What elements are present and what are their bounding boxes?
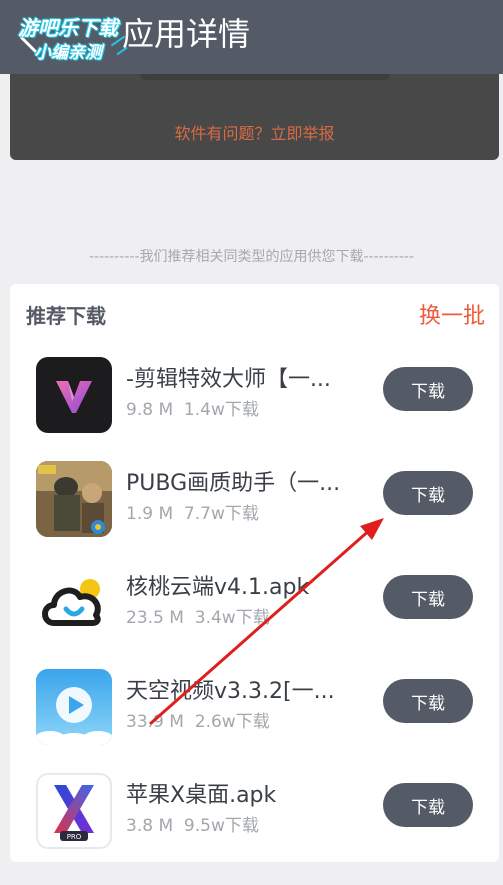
app-size: 1.9 M: [126, 504, 174, 524]
watermark-logo: 游吧乐下载 小编亲测: [14, 10, 144, 66]
app-name: -剪辑特效大师【一...: [126, 367, 331, 392]
watermark-line1: 游吧乐下载: [18, 16, 118, 40]
x-launcher-icon: PRO: [36, 773, 112, 849]
sky-video-icon: [36, 669, 112, 745]
app-meta: 3.8 M 9.5w下载: [126, 811, 259, 836]
list-item[interactable]: -剪辑特效大师【一... 9.8 M 1.4w下载 下载: [10, 347, 499, 451]
app-meta: 9.8 M 1.4w下载: [126, 395, 259, 420]
app-downloads: 3.4w下载: [194, 608, 270, 628]
app-downloads: 2.6w下载: [194, 712, 270, 732]
list-item[interactable]: 核桃云端v4.1.apk 23.5 M 3.4w下载 下载: [10, 555, 499, 659]
list-item[interactable]: PRO 苹果X桌面.apk 3.8 M 9.5w下载 下载: [10, 763, 499, 867]
watermark-line2: 小编亲测: [34, 43, 102, 63]
recommend-hint: ----------我们推荐相关同类型的应用供您下载----------: [88, 249, 415, 265]
list-item[interactable]: PUBG画质助手（一... 1.9 M 7.7w下载 下载: [10, 451, 499, 555]
app-meta: 1.9 M 7.7w下载: [126, 499, 259, 524]
download-button[interactable]: 下载: [383, 679, 473, 723]
app-size: 23.5 M: [126, 608, 184, 628]
watermark-sparkle: [116, 46, 128, 56]
app-meta: 33.9 M 2.6w下载: [126, 707, 270, 732]
app-name: 核桃云端v4.1.apk: [126, 575, 310, 600]
recommend-card: 推荐下载 换一批 -剪辑特效大师【一... 9.8 M 1.4w下载 下载 PU…: [10, 284, 499, 862]
list-item[interactable]: 天空视频v3.3.2[一... 33.9 M 2.6w下载 下载: [10, 659, 499, 763]
download-button[interactable]: 下载: [383, 471, 473, 515]
app-downloads: 9.5w下载: [183, 816, 259, 836]
video-editor-icon: [36, 357, 112, 433]
report-link[interactable]: 软件有问题？立即举报: [10, 120, 499, 144]
app-meta: 23.5 M 3.4w下载: [126, 603, 270, 628]
app-name: 天空视频v3.3.2[一...: [126, 679, 335, 704]
report-card: 软件有问题？立即举报: [10, 74, 499, 160]
report-pill: [140, 74, 390, 80]
app-downloads: 7.7w下载: [183, 504, 259, 524]
download-button[interactable]: 下载: [383, 367, 473, 411]
refresh-button[interactable]: 换一批: [419, 298, 485, 330]
svg-text:PRO: PRO: [67, 833, 82, 841]
app-size: 33.9 M: [126, 712, 184, 732]
app-name: PUBG画质助手（一...: [126, 471, 341, 496]
app-size: 3.8 M: [126, 816, 174, 836]
download-button[interactable]: 下载: [383, 575, 473, 619]
recommend-title: 推荐下载: [26, 304, 106, 328]
pubg-icon: [36, 461, 112, 537]
app-downloads: 1.4w下载: [183, 400, 259, 420]
cloud-icon: [36, 565, 112, 641]
download-button[interactable]: 下载: [383, 783, 473, 827]
app-name: 苹果X桌面.apk: [126, 783, 277, 808]
top-bar: 应用详情 游吧乐下载 小编亲测: [0, 0, 503, 74]
app-size: 9.8 M: [126, 400, 174, 420]
